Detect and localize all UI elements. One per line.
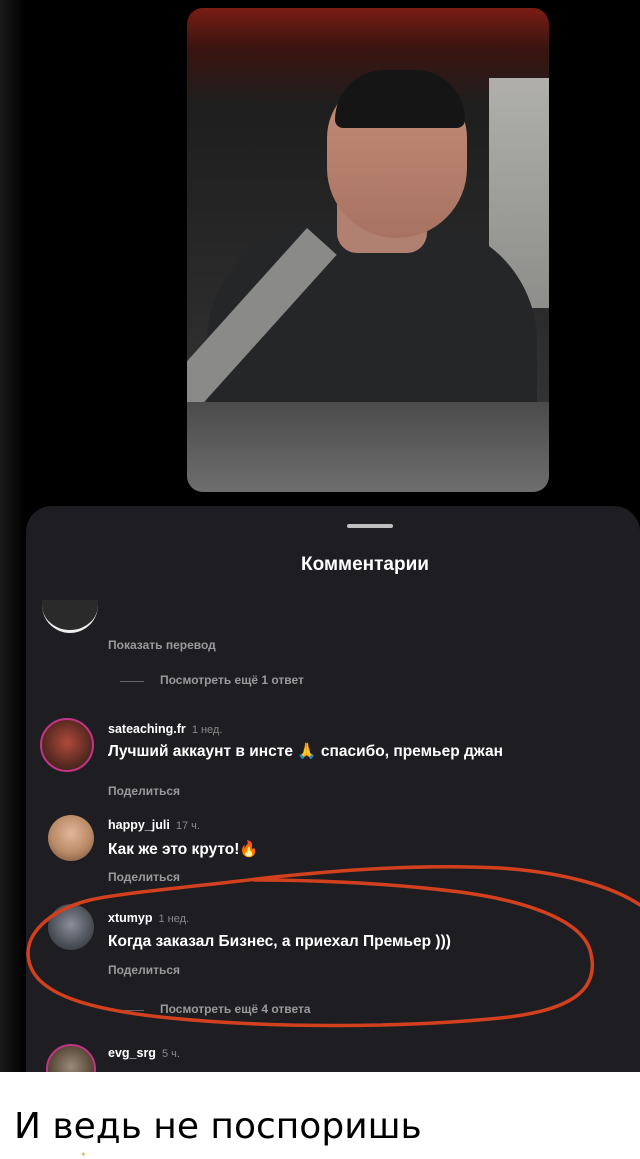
comment-time: 17 ч. xyxy=(175,820,200,832)
car-dashboard xyxy=(187,402,549,492)
comment-username[interactable]: sateaching.fr 1 нед. xyxy=(108,722,222,736)
view-more-replies-link[interactable]: Посмотреть ещё 1 ответ xyxy=(160,673,304,687)
pray-emoji: 🙏 xyxy=(297,743,317,760)
comment-time: 1 нед. xyxy=(191,724,223,736)
username[interactable]: sateaching.fr xyxy=(108,722,186,736)
comment-time: 5 ч. xyxy=(161,1048,180,1060)
view-more-replies-link[interactable]: Посмотреть ещё 4 ответа xyxy=(160,1002,311,1016)
drag-handle[interactable] xyxy=(347,524,393,528)
comment-username[interactable]: xtumyp 1 нед. xyxy=(108,911,189,925)
comment-text: Когда заказал Бизнес, а приехал Премьер … xyxy=(108,933,451,950)
username[interactable]: happy_juli xyxy=(108,818,170,832)
show-translation-link[interactable]: Показать перевод xyxy=(108,638,216,652)
meme-caption: И ведь не поспоришь xyxy=(14,1106,422,1147)
comment-username[interactable]: happy_juli 17 ч. xyxy=(108,818,200,832)
black-cap xyxy=(335,70,465,128)
sheet-title: Комментарии xyxy=(301,554,429,575)
fire-emoji: 🔥 xyxy=(239,841,259,858)
comment-time: 1 нед. xyxy=(158,913,190,925)
username[interactable]: xtumyp xyxy=(108,911,152,925)
comment-username[interactable]: evg_srg 5 ч. xyxy=(108,1046,180,1060)
share-button[interactable]: Поделиться xyxy=(108,784,180,798)
avatar-happy-juli[interactable] xyxy=(48,815,94,861)
share-button[interactable]: Поделиться xyxy=(108,963,180,977)
left-edge-blur xyxy=(0,0,26,1072)
avatar-xtumyp[interactable] xyxy=(48,904,94,950)
username[interactable]: evg_srg xyxy=(108,1046,156,1060)
comment-text: Как же это круто!🔥 xyxy=(108,840,259,859)
reply-line xyxy=(120,681,144,682)
share-button[interactable]: Поделиться xyxy=(108,870,180,884)
comment-text: Лучший аккаунт в инсте 🙏 спасибо, премье… xyxy=(108,742,503,761)
comment-text-part: Лучший аккаунт в инсте xyxy=(108,743,293,760)
comment-text-part-2: спасибо, премьер джан xyxy=(320,743,503,760)
avatar-sateaching[interactable] xyxy=(40,718,94,772)
story-screenshot: Комментарии Показать перевод Посмотреть … xyxy=(0,0,640,1072)
comment-text-part: Как же это круто! xyxy=(108,841,240,858)
video-preview[interactable] xyxy=(187,8,549,492)
reply-line xyxy=(120,1010,144,1011)
